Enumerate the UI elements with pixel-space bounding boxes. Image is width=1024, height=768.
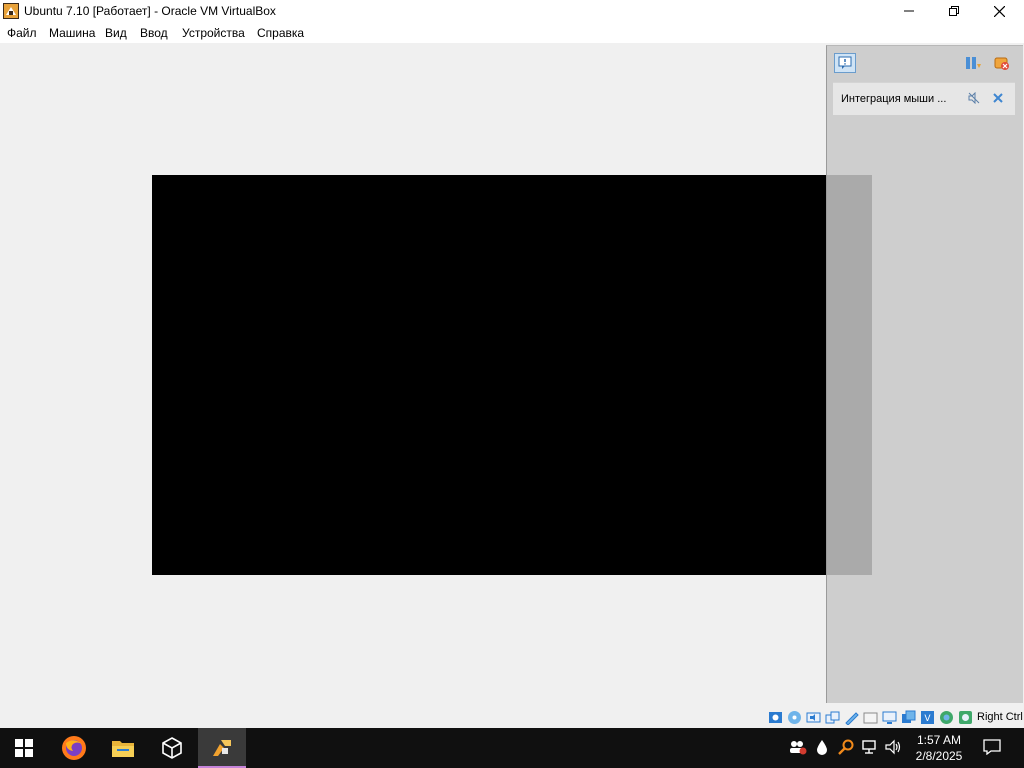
notification-toggle-button[interactable] [834,53,856,73]
usb-icon[interactable] [844,710,859,725]
audio-icon[interactable] [806,710,821,725]
speaker-icon [885,739,901,755]
clock-date: 2/8/2025 [915,749,963,763]
menu-file[interactable]: Файл [7,26,37,40]
video-capture-icon[interactable] [901,710,916,725]
minimize-icon [904,10,914,12]
taskbar: 1:57 AM 2/8/2025 [0,728,1024,768]
tray-network[interactable] [861,738,879,756]
virtualbox-vm-icon [3,3,19,19]
shared-folders-icon[interactable] [863,710,878,725]
tray-network-status[interactable] [789,738,807,756]
virtualbox-window: Ubuntu 7.10 [Работает] - Oracle VM Virtu… [0,0,1024,728]
host-key-label[interactable]: Right Ctrl [977,711,1023,723]
menu-machine[interactable]: Машина [49,26,95,40]
sort-icon [966,57,981,69]
droplet-icon [817,740,827,755]
start-icon [15,739,33,757]
clear-all-icon [994,57,1009,70]
network-icon[interactable] [825,710,840,725]
notification-center-panel: Интеграция мыши ... [826,45,1023,703]
keyboard-capture-icon[interactable] [958,710,973,725]
menu-devices[interactable]: Устройства [182,26,245,40]
virtualbox-manager-icon [162,737,182,759]
restore-icon [949,6,959,16]
sort-notifications-button[interactable] [964,54,982,72]
mute-icon [968,92,980,104]
people-alert-icon [790,741,807,755]
menu-help[interactable]: Справка [257,26,304,40]
notification-message: Интеграция мыши ... [841,93,947,105]
window-title: Ubuntu 7.10 [Работает] - Oracle VM Virtu… [24,4,276,18]
mouse-integration-icon[interactable] [939,710,954,725]
notification-close-button[interactable] [991,91,1005,105]
display-icon[interactable] [882,710,897,725]
menu-bar: Файл Машина Вид Ввод Устройства Справка [0,22,1024,43]
maximize-button[interactable] [931,0,977,22]
network-icon [862,740,876,754]
vm-status-bar: V Right Ctrl [0,706,1024,728]
file-explorer-icon [112,741,134,757]
notification-icon [838,56,852,69]
vm-screen[interactable] [152,175,872,575]
menu-view[interactable]: Вид [105,26,127,40]
clear-notifications-button[interactable] [993,54,1011,72]
close-icon [993,5,1005,17]
taskbar-virtualbox-manager[interactable] [148,728,196,768]
magnifier-icon [838,739,854,755]
taskbar-virtualbox-vm[interactable] [198,728,246,768]
taskbar-clock[interactable]: 1:57 AM 2/8/2025 [909,732,969,764]
optical-drive-icon[interactable] [787,710,802,725]
title-bar[interactable]: Ubuntu 7.10 [Работает] - Oracle VM Virtu… [0,0,1024,22]
notification-dismiss-forever-button[interactable] [967,91,981,105]
clock-time: 1:57 AM [916,733,962,747]
notification-center-icon [983,739,1001,755]
notification-item[interactable]: Интеграция мыши ... [833,82,1015,115]
tray-volume[interactable] [885,738,903,756]
action-center-button[interactable] [981,738,1003,756]
svg-text:V: V [924,714,931,724]
menu-input[interactable]: Ввод [140,26,168,40]
start-button[interactable] [0,728,48,768]
close-button[interactable] [976,0,1022,22]
virtualization-icon[interactable]: V [920,710,935,725]
minimize-button[interactable] [886,0,932,22]
tray-drop[interactable] [813,738,831,756]
tray-search[interactable] [837,738,855,756]
taskbar-file-explorer[interactable] [99,728,147,768]
virtualbox-vm-icon [213,740,231,756]
firefox-icon [62,736,86,760]
hard-disk-icon[interactable] [768,710,783,725]
taskbar-firefox[interactable] [50,728,98,768]
close-icon [993,93,1003,103]
